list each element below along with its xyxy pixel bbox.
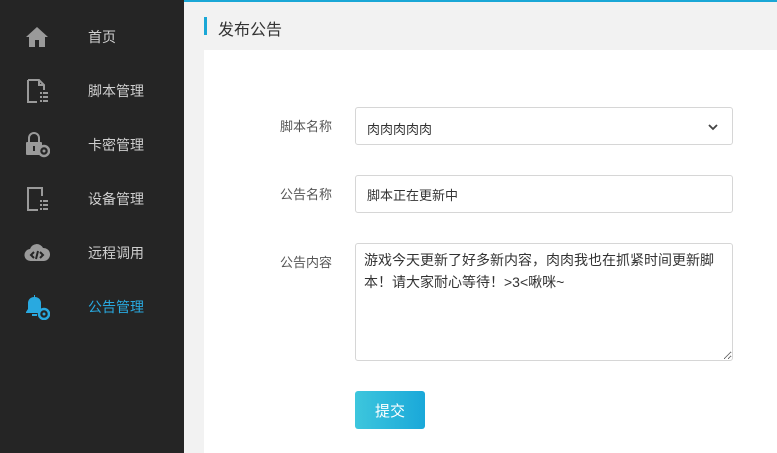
notice-name-label: 公告名称 [280,187,333,202]
page-title: 发布公告 [218,22,283,39]
submit-button[interactable]: 提交 [355,391,425,429]
device-list-icon [24,186,50,212]
sidebar-item-home[interactable]: 首页 [0,10,184,64]
notice-content-textarea[interactable]: 游戏今天更新了好多新内容，肉肉我也在抓紧时间更新脚本！请大家耐心等待！>3<啾咪… [355,243,733,361]
sidebar-item-remote-call[interactable]: 远程调用 [0,226,184,280]
sidebar-item-label: 卡密管理 [88,137,144,153]
script-name-label: 脚本名称 [280,119,333,134]
chevron-down-icon [706,120,720,134]
sidebar-item-cards[interactable]: 卡密管理 [0,118,184,172]
sidebar-item-label: 首页 [88,29,116,45]
lock-gear-icon [24,132,50,158]
sidebar-item-devices[interactable]: 设备管理 [0,172,184,226]
sidebar-item-announcements[interactable]: 公告管理 [0,280,184,334]
home-icon [24,24,50,50]
sidebar-item-scripts[interactable]: 脚本管理 [0,64,184,118]
notice-name-input[interactable] [355,175,733,213]
sidebar-item-label: 脚本管理 [88,83,144,99]
sidebar: 首页 脚本管理 卡密管理 设备管理 远程调用 公告管理 [0,0,184,453]
title-accent-bar [204,17,207,35]
sidebar-item-label: 设备管理 [88,191,144,207]
notice-content-label: 公告内容 [280,255,333,270]
page-header: 发布公告 [184,2,777,50]
script-name-selected-value: 肉肉肉肉肉 [367,122,433,137]
document-list-icon [24,78,50,104]
sidebar-item-label: 远程调用 [88,245,144,261]
bell-gear-icon [24,294,50,320]
cloud-code-icon [24,240,50,266]
sidebar-item-label: 公告管理 [88,299,144,315]
script-name-select[interactable]: 肉肉肉肉肉 [355,107,733,145]
